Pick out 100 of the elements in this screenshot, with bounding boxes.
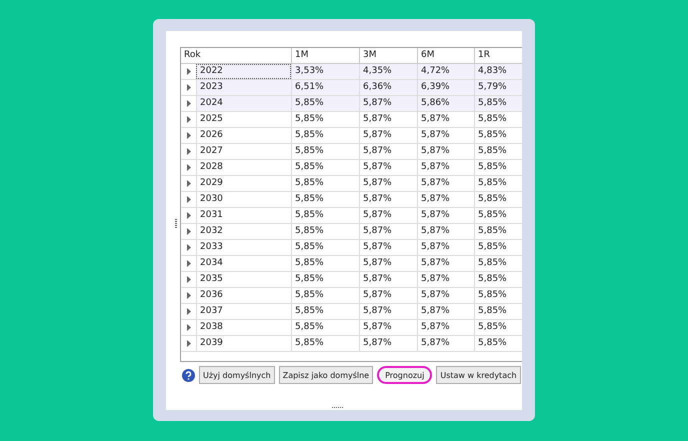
table-row[interactable]: 2032 5,85% 5,87% 5,87% 5,85% xyxy=(181,224,522,240)
table-cell: 2024 xyxy=(196,96,291,111)
table-cell: 5,79% xyxy=(474,80,522,95)
table-cell: 5,87% xyxy=(417,336,474,351)
table-cell: 2032 xyxy=(196,224,291,239)
table-cell: 5,87% xyxy=(359,144,417,159)
table-cell: 5,87% xyxy=(417,288,474,303)
table-cell: 5,87% xyxy=(359,192,417,207)
action-button[interactable]: Ustaw w kredytach xyxy=(436,366,521,384)
table-cell: 5,85% xyxy=(474,112,522,127)
table-cell: 5,85% xyxy=(474,96,522,111)
column-header[interactable]: 1M xyxy=(291,48,359,63)
table-cell: 5,87% xyxy=(417,304,474,319)
table-cell: 5,87% xyxy=(359,208,417,223)
table-row[interactable]: 2035 5,85% 5,87% 5,87% 5,85% xyxy=(181,272,522,288)
table-cell: 5,85% xyxy=(291,288,359,303)
table-row[interactable]: 2025 5,85% 5,87% 5,87% 5,85% xyxy=(181,112,522,128)
table-cell: 5,85% xyxy=(474,128,522,143)
table-row[interactable]: 2026 5,85% 5,87% 5,87% 5,85% xyxy=(181,128,522,144)
table-cell: 5,85% xyxy=(474,176,522,191)
table-row[interactable]: 2028 5,85% 5,87% 5,87% 5,85% xyxy=(181,160,522,176)
action-button[interactable]: Prognozuj xyxy=(377,366,432,384)
table-cell: 2022 xyxy=(196,64,291,79)
table-cell: 5,87% xyxy=(359,176,417,191)
column-header[interactable]: Rok xyxy=(181,48,291,63)
table-cell: 5,87% xyxy=(417,256,474,271)
table-cell: 5,85% xyxy=(291,304,359,319)
table-row[interactable]: 2034 5,85% 5,87% 5,87% 5,85% xyxy=(181,256,522,272)
table-cell: 2033 xyxy=(196,240,291,255)
table-row[interactable]: 2037 5,85% 5,87% 5,87% 5,85% xyxy=(181,304,522,320)
table-cell: 2037 xyxy=(196,304,291,319)
table-cell: 5,85% xyxy=(474,192,522,207)
table-cell: 5,87% xyxy=(359,112,417,127)
table-cell: 5,87% xyxy=(359,304,417,319)
table-cell: 2035 xyxy=(196,272,291,287)
table-row[interactable]: 2024 5,85% 5,87% 5,86% 5,85% xyxy=(181,96,522,112)
action-button[interactable]: Zapisz jako domyślne xyxy=(278,366,374,384)
table-row[interactable]: 2027 5,85% 5,87% 5,87% 5,85% xyxy=(181,144,522,160)
table-cell: 5,87% xyxy=(417,208,474,223)
table-cell: 6,36% xyxy=(359,80,417,95)
column-header[interactable]: 6M xyxy=(417,48,474,63)
table-cell: 5,85% xyxy=(474,160,522,175)
table-cell: 5,87% xyxy=(417,240,474,255)
table-cell: 5,85% xyxy=(474,208,522,223)
table-cell: 2038 xyxy=(196,320,291,335)
table-cell: 4,72% xyxy=(417,64,474,79)
table-row[interactable]: 2038 5,85% 5,87% 5,87% 5,85% xyxy=(181,320,522,336)
table-cell: 5,85% xyxy=(474,144,522,159)
table-cell: 5,85% xyxy=(291,144,359,159)
table-cell: 5,87% xyxy=(359,224,417,239)
table-cell: 2025 xyxy=(196,112,291,127)
table-row[interactable]: 2022 3,53% 4,35% 4,72% 4,83% xyxy=(181,64,522,80)
table-cell: 5,87% xyxy=(359,240,417,255)
table-cell: 2029 xyxy=(196,176,291,191)
table-row[interactable]: 2031 5,85% 5,87% 5,87% 5,85% xyxy=(181,208,522,224)
table-cell: 5,85% xyxy=(291,128,359,143)
table-cell: 5,85% xyxy=(291,256,359,271)
table-cell: 5,85% xyxy=(474,256,522,271)
table-cell: 5,86% xyxy=(417,96,474,111)
table-row[interactable]: 2029 5,85% 5,87% 5,87% 5,85% xyxy=(181,176,522,192)
table-cell: 5,85% xyxy=(291,160,359,175)
table-cell: 5,87% xyxy=(359,272,417,287)
table-cell: 5,87% xyxy=(359,128,417,143)
table-cell: 5,85% xyxy=(291,176,359,191)
table-cell: 5,87% xyxy=(359,160,417,175)
table-cell: 5,85% xyxy=(291,112,359,127)
table-row[interactable]: 2033 5,85% 5,87% 5,87% 5,85% xyxy=(181,240,522,256)
table-row[interactable]: 2036 5,85% 5,87% 5,87% 5,85% xyxy=(181,288,522,304)
table-cell: 2036 xyxy=(196,288,291,303)
table-cell: 5,85% xyxy=(291,320,359,335)
table-cell: 5,87% xyxy=(359,256,417,271)
table-row[interactable]: 2023 6,51% 6,36% 6,39% 5,79% xyxy=(181,80,522,96)
column-header[interactable]: 3M xyxy=(359,48,417,63)
table-cell: 5,87% xyxy=(417,176,474,191)
column-header[interactable]: 1R xyxy=(474,48,522,63)
action-button[interactable]: Użyj domyślnych xyxy=(199,366,275,384)
table-cell: 5,85% xyxy=(291,240,359,255)
table-cell: 5,85% xyxy=(474,336,522,351)
table-cell: 5,85% xyxy=(291,96,359,111)
table-cell: 5,87% xyxy=(417,320,474,335)
table-cell: 5,87% xyxy=(417,224,474,239)
table-cell: 5,85% xyxy=(291,224,359,239)
table-cell: 5,85% xyxy=(474,272,522,287)
table-cell: 5,85% xyxy=(291,336,359,351)
table-cell: 5,85% xyxy=(474,240,522,255)
table-cell: 3,53% xyxy=(291,64,359,79)
table-cell: 5,87% xyxy=(359,288,417,303)
table-cell: 5,87% xyxy=(417,192,474,207)
table-cell: 2039 xyxy=(196,336,291,351)
table-cell: 2031 xyxy=(196,208,291,223)
table-cell: 5,85% xyxy=(474,304,522,319)
table-cell: 5,87% xyxy=(359,96,417,111)
table-row[interactable]: 2030 5,85% 5,87% 5,87% 5,85% xyxy=(181,192,522,208)
table-cell: 5,85% xyxy=(474,320,522,335)
table-cell: 5,85% xyxy=(291,192,359,207)
table-cell: 5,85% xyxy=(291,208,359,223)
table-row[interactable]: 2039 5,85% 5,87% 5,87% 5,85% xyxy=(181,336,522,352)
table-cell: 5,87% xyxy=(417,144,474,159)
table-cell: 5,87% xyxy=(417,272,474,287)
table-cell: 5,87% xyxy=(359,336,417,351)
